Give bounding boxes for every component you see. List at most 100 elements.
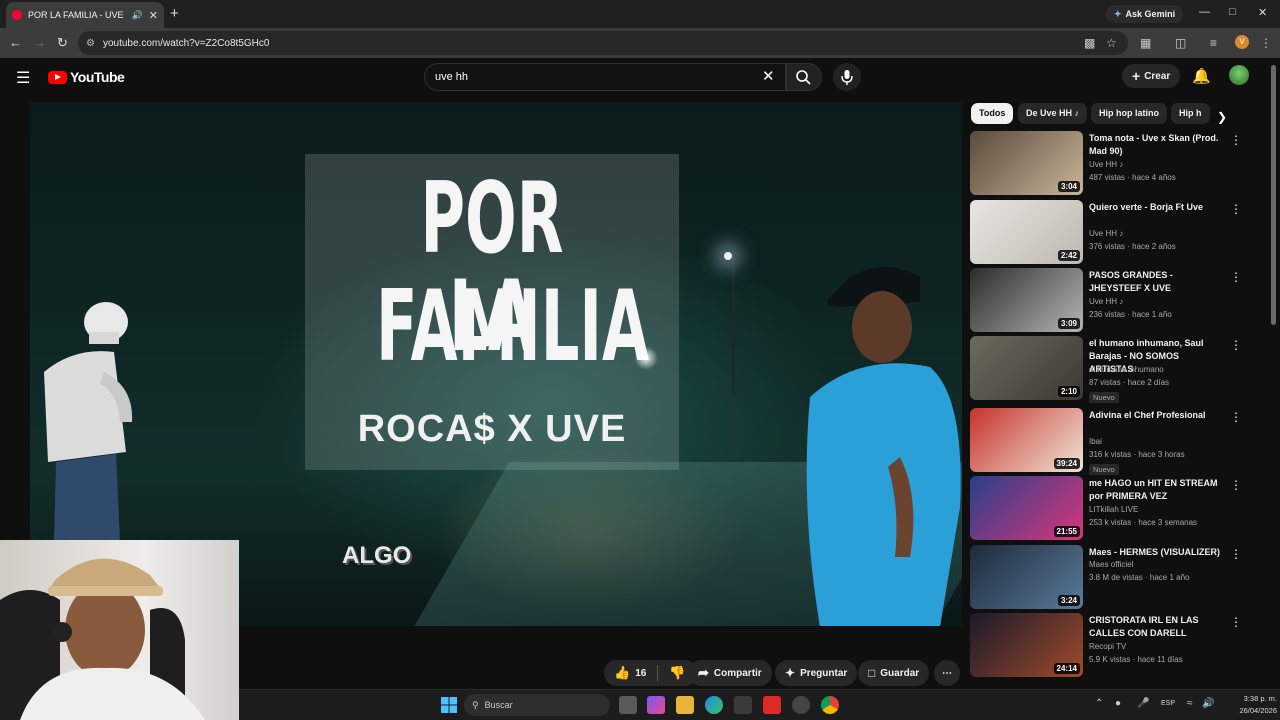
copilot-icon[interactable] bbox=[647, 696, 665, 714]
recommendation-thumbnail[interactable]: 21:55 bbox=[970, 476, 1083, 540]
recommendation-channel[interactable]: LITkillah LIVE bbox=[1089, 505, 1138, 514]
site-info-icon[interactable]: ⚙ bbox=[86, 38, 95, 49]
recommendation-channel[interactable]: Uve HH ♪ bbox=[1089, 229, 1123, 238]
recommendation-channel[interactable]: Uve HH ♪ bbox=[1089, 160, 1123, 169]
youtube-logo[interactable]: YouTube bbox=[48, 69, 125, 85]
chrome-menu-icon[interactable]: ⋮ bbox=[1260, 36, 1272, 50]
chip-de-uve-hh[interactable]: De Uve HH ♪ bbox=[1018, 103, 1088, 124]
recommendation-thumbnail[interactable]: 3:09 bbox=[970, 268, 1083, 332]
recommendation-channel[interactable]: Ibai bbox=[1089, 437, 1102, 446]
search-button[interactable] bbox=[786, 63, 822, 91]
browser-tab-strip: POR LA FAMILIA - UVE X R 🔊 ✕ + ✦ Ask Gem… bbox=[0, 0, 1280, 28]
recommendation-title[interactable]: PASOS GRANDES - JHEYSTEEF X UVE bbox=[1089, 269, 1225, 295]
search-input[interactable]: uve hh bbox=[424, 63, 786, 91]
save-button[interactable]: □ Guardar bbox=[858, 660, 930, 686]
like-count: 16 bbox=[635, 667, 647, 679]
more-vertical-icon[interactable]: ⋮ bbox=[1230, 270, 1242, 284]
settings-app-icon[interactable] bbox=[792, 696, 810, 714]
more-vertical-icon[interactable]: ⋮ bbox=[1230, 478, 1242, 492]
reading-list-icon[interactable]: ≡ bbox=[1210, 36, 1217, 50]
hamburger-menu-icon[interactable]: ☰ bbox=[16, 68, 30, 88]
recommendation-thumbnail[interactable]: 24:14 bbox=[970, 613, 1083, 677]
file-explorer-icon[interactable] bbox=[676, 696, 694, 714]
create-button[interactable]: + Crear bbox=[1122, 64, 1181, 88]
recommendation-item[interactable]: 2:42 Quiero verte - Borja Ft Uve Uve HH ♪ 3… bbox=[970, 200, 1242, 264]
taskbar-search-box[interactable]: ⚲ Buscar bbox=[464, 694, 610, 716]
more-vertical-icon[interactable]: ⋮ bbox=[1230, 410, 1242, 424]
recommendation-item[interactable]: 21:55 me HAGO un HIT EN STREAM por PRIMER… bbox=[970, 476, 1242, 540]
chrome-taskbar-icon[interactable] bbox=[821, 696, 839, 714]
edge-browser-icon[interactable] bbox=[705, 696, 723, 714]
new-tab-button[interactable]: + bbox=[170, 5, 179, 22]
system-clock[interactable]: 3:38 p. m. 26/04/2026 bbox=[1213, 693, 1277, 717]
ask-gemini-button[interactable]: ✦ Ask Gemini bbox=[1106, 5, 1184, 23]
ask-button[interactable]: ✦ Preguntar bbox=[775, 660, 858, 686]
tab-close-icon[interactable]: ✕ bbox=[149, 9, 158, 22]
recommendation-channel[interactable]: el humano inhumano bbox=[1089, 365, 1164, 374]
account-avatar[interactable] bbox=[1229, 65, 1249, 85]
microsoft-store-icon[interactable] bbox=[734, 696, 752, 714]
recommendation-thumbnail[interactable]: 3:04 bbox=[970, 131, 1083, 195]
voice-search-button[interactable] bbox=[833, 63, 861, 91]
tray-overflow-chevron-icon[interactable]: ⌃ bbox=[1095, 698, 1103, 709]
recommendation-channel[interactable]: Maes officiel bbox=[1089, 560, 1133, 569]
more-vertical-icon[interactable]: ⋮ bbox=[1230, 547, 1242, 561]
windows-start-icon[interactable] bbox=[440, 696, 458, 714]
recommendation-title[interactable]: Toma nota - Uve x Skan (Prod. Mad 90) bbox=[1089, 132, 1225, 158]
media-app-icon[interactable] bbox=[763, 696, 781, 714]
recommendation-title[interactable]: Quiero verte - Borja Ft Uve bbox=[1089, 201, 1225, 214]
task-view-icon[interactable] bbox=[619, 696, 637, 714]
cast-icon[interactable]: ▩ bbox=[1084, 36, 1095, 50]
share-button[interactable]: ➦ Compartir bbox=[688, 660, 772, 686]
more-vertical-icon[interactable]: ⋮ bbox=[1230, 338, 1242, 352]
tab-audio-icon[interactable]: 🔊 bbox=[132, 10, 143, 21]
chips-next-chevron-icon[interactable]: ❯ bbox=[1217, 110, 1227, 124]
more-vertical-icon[interactable]: ⋮ bbox=[1230, 615, 1242, 629]
keyboard-language[interactable]: ESP bbox=[1161, 700, 1175, 707]
recommendation-title[interactable]: CRISTORATA IRL EN LAS CALLES CON DARELL bbox=[1089, 614, 1225, 640]
page-scrollbar[interactable] bbox=[1271, 65, 1276, 325]
recommendation-thumbnail[interactable]: 2:10 bbox=[970, 336, 1083, 400]
video-duration-badge: 3:04 bbox=[1057, 181, 1080, 192]
recommendation-thumbnail[interactable]: 3:24 bbox=[970, 545, 1083, 609]
recommendation-title[interactable]: me HAGO un HIT EN STREAM por PRIMERA VEZ bbox=[1089, 477, 1225, 503]
maximize-icon[interactable]: □ bbox=[1229, 6, 1236, 18]
extensions-icon[interactable]: ▦ bbox=[1140, 36, 1151, 50]
minimize-icon[interactable]: — bbox=[1199, 6, 1210, 18]
profile-avatar[interactable]: V bbox=[1235, 35, 1249, 49]
chip-hip-hop-latino[interactable]: Hip hop latino bbox=[1091, 103, 1167, 124]
more-actions-button[interactable]: ⋯ bbox=[934, 660, 960, 686]
recommendation-item[interactable]: 39:24 Adivina el Chef Profesional Ibai 316 … bbox=[970, 408, 1242, 475]
recommendation-thumbnail[interactable]: 39:24 bbox=[970, 408, 1083, 472]
recommendation-item[interactable]: 3:24 Maes - HERMES (VISUALIZER) Maes offic… bbox=[970, 545, 1242, 609]
recommendation-item[interactable]: 3:09 PASOS GRANDES - JHEYSTEEF X UVE Uve H… bbox=[970, 268, 1242, 332]
chip-hip-h[interactable]: Hip h bbox=[1171, 103, 1210, 124]
window-close-icon[interactable]: ✕ bbox=[1258, 6, 1267, 19]
more-vertical-icon[interactable]: ⋮ bbox=[1230, 202, 1242, 216]
more-vertical-icon[interactable]: ⋮ bbox=[1230, 133, 1242, 147]
recommendation-title[interactable]: Maes - HERMES (VISUALIZER) bbox=[1089, 546, 1225, 559]
clear-search-icon[interactable]: ✕ bbox=[762, 67, 775, 85]
notifications-bell-icon[interactable]: 🔔 bbox=[1192, 67, 1211, 85]
back-icon[interactable]: ← bbox=[9, 35, 22, 50]
bookmark-star-icon[interactable]: ☆ bbox=[1106, 36, 1117, 50]
forward-icon[interactable]: → bbox=[33, 35, 46, 50]
recommendation-thumbnail[interactable]: 2:42 bbox=[970, 200, 1083, 264]
wifi-icon[interactable]: ≈ bbox=[1187, 698, 1193, 709]
chip-todos[interactable]: Todos bbox=[971, 103, 1014, 124]
recommendation-channel[interactable]: Uve HH ♪ bbox=[1089, 297, 1123, 306]
recommendation-channel[interactable]: Recopi TV bbox=[1089, 642, 1126, 651]
browser-tab[interactable]: POR LA FAMILIA - UVE X R 🔊 ✕ bbox=[6, 2, 164, 28]
reload-icon[interactable]: ↻ bbox=[57, 35, 68, 51]
clock-date: 26/04/2026 bbox=[1239, 706, 1277, 715]
recommendation-item[interactable]: 3:04 Toma nota - Uve x Skan (Prod. Mad 90… bbox=[970, 131, 1242, 195]
recommendation-title[interactable]: Adivina el Chef Profesional bbox=[1089, 409, 1225, 422]
like-button[interactable]: 👍 16 bbox=[614, 665, 646, 681]
tray-app-icon[interactable]: ● bbox=[1115, 698, 1121, 709]
split-view-icon[interactable]: ◫ bbox=[1175, 36, 1186, 50]
address-bar[interactable]: ⚙ youtube.com/watch?v=Z2Co8t5GHc0 bbox=[78, 31, 1128, 55]
dislike-button[interactable]: 👎 bbox=[669, 665, 685, 681]
recommendation-item[interactable]: 24:14 CRISTORATA IRL EN LAS CALLES CON DA… bbox=[970, 613, 1242, 677]
recommendation-item[interactable]: 2:10 el humano inhumano, Saul Barajas - N… bbox=[970, 336, 1242, 403]
tray-mic-icon[interactable]: 🎤 bbox=[1137, 698, 1149, 709]
